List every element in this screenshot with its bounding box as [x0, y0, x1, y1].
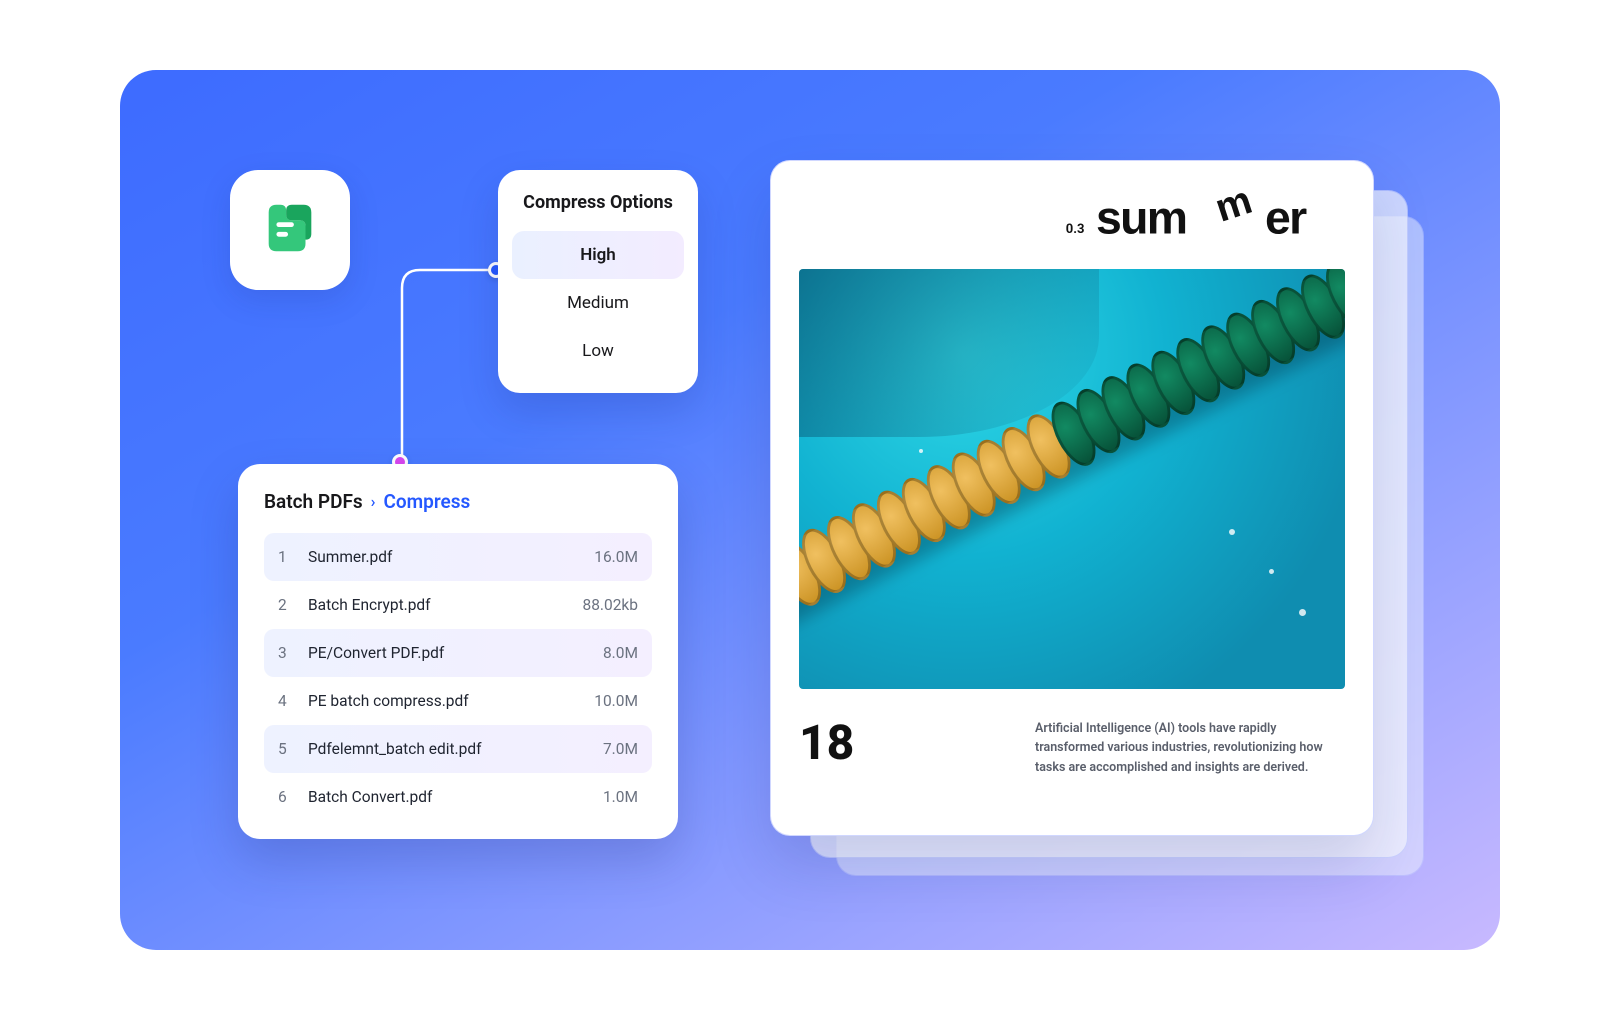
file-size: 8.0M [603, 644, 638, 662]
compress-options-card: Compress Options HighMediumLow [498, 170, 698, 393]
document-header: 0.3 sum m er [799, 189, 1345, 251]
file-size: 7.0M [603, 740, 638, 758]
file-size: 16.0M [594, 548, 638, 566]
svg-text:er: er [1265, 192, 1307, 244]
file-name: Batch Encrypt.pdf [308, 596, 583, 614]
document-preview-stack: 0.3 sum m er [770, 160, 1410, 860]
file-size: 1.0M [603, 788, 638, 806]
breadcrumb: Batch PDFs › Compress [264, 490, 652, 513]
file-row[interactable]: 5Pdfelemnt_batch edit.pdf7.0M [264, 725, 652, 773]
summer-wordmark-icon: sum m er [1096, 189, 1345, 251]
file-index: 6 [278, 788, 308, 806]
chevron-right-icon: › [371, 492, 376, 511]
file-size: 10.0M [594, 692, 638, 710]
file-row[interactable]: 6Batch Convert.pdf1.0M [264, 773, 652, 821]
svg-text:m: m [1210, 189, 1257, 231]
file-index: 3 [278, 644, 308, 662]
file-size: 88.02kb [583, 596, 639, 614]
pdfelement-logo-icon [259, 197, 321, 263]
document-preview-card[interactable]: 0.3 sum m er [770, 160, 1374, 836]
file-index: 2 [278, 596, 308, 614]
file-index: 4 [278, 692, 308, 710]
file-name: PE/Convert PDF.pdf [308, 644, 603, 662]
compress-option-low[interactable]: Low [512, 327, 684, 375]
compress-options-title: Compress Options [512, 192, 684, 213]
page-number: 18 [799, 719, 854, 767]
app-canvas: Compress Options HighMediumLow Batch PDF… [120, 70, 1500, 950]
svg-text:sum: sum [1096, 192, 1186, 244]
document-blurb: Artificial Intelligence (AI) tools have … [1035, 719, 1345, 777]
compress-option-medium[interactable]: Medium [512, 279, 684, 327]
app-logo-card [230, 170, 350, 290]
file-name: PE batch compress.pdf [308, 692, 594, 710]
breadcrumb-root[interactable]: Batch PDFs [264, 490, 363, 513]
batch-pdfs-card: Batch PDFs › Compress 1Summer.pdf16.0M2B… [238, 464, 678, 839]
document-hero-image [799, 269, 1345, 689]
file-row[interactable]: 1Summer.pdf16.0M [264, 533, 652, 581]
file-index: 5 [278, 740, 308, 758]
file-row[interactable]: 2Batch Encrypt.pdf88.02kb [264, 581, 652, 629]
file-name: Batch Convert.pdf [308, 788, 603, 806]
file-index: 1 [278, 548, 308, 566]
file-row[interactable]: 4PE batch compress.pdf10.0M [264, 677, 652, 725]
breadcrumb-current: Compress [384, 490, 471, 513]
compress-option-high[interactable]: High [512, 231, 684, 279]
file-row[interactable]: 3PE/Convert PDF.pdf8.0M [264, 629, 652, 677]
document-subtitle: 0.3 [1066, 222, 1085, 237]
file-name: Summer.pdf [308, 548, 594, 566]
file-name: Pdfelemnt_batch edit.pdf [308, 740, 603, 758]
document-footer: 18 Artificial Intelligence (AI) tools ha… [799, 719, 1345, 777]
